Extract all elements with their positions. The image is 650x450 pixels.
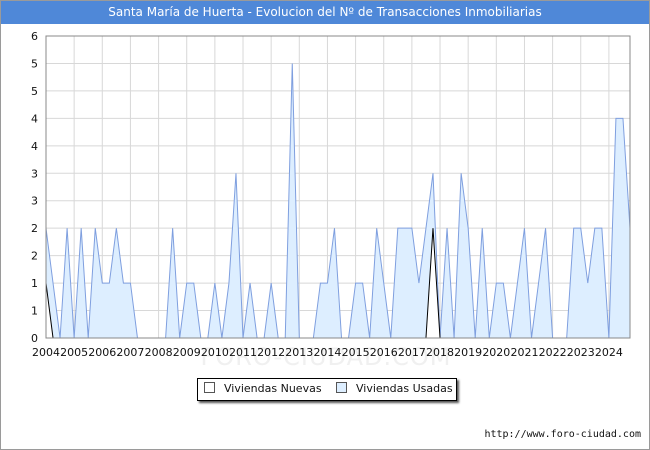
y-tick-label: 2: [31, 250, 38, 263]
y-tick-label: 3: [31, 195, 38, 208]
y-axis-ticks: 0 1 1 2 2 3 3 4 4 5 5 6: [31, 30, 38, 345]
source-url: http://www.foro-ciudad.com: [484, 429, 641, 440]
x-tick-label: 2014: [313, 346, 341, 359]
y-tick-label: 2: [31, 222, 38, 235]
x-tick-label: 2009: [173, 346, 201, 359]
x-tick-label: 2013: [285, 346, 313, 359]
x-tick-label: 2015: [342, 346, 370, 359]
legend-swatch-usadas: [336, 382, 347, 393]
x-tick-label: 2006: [88, 346, 116, 359]
x-tick-label: 2004: [32, 346, 60, 359]
x-tick-label: 2020: [482, 346, 510, 359]
y-tick-label: 0: [31, 332, 38, 345]
x-tick-label: 2005: [60, 346, 88, 359]
x-tick-label: 2024: [595, 346, 623, 359]
x-tick-label: 2007: [116, 346, 144, 359]
x-tick-label: 2022: [539, 346, 567, 359]
y-tick-label: 1: [31, 305, 38, 318]
chart-frame: Santa María de Huerta - Evolucion del Nº…: [0, 0, 650, 450]
y-tick-label: 4: [31, 140, 38, 153]
x-tick-label: 2008: [145, 346, 173, 359]
x-tick-label: 2023: [567, 346, 595, 359]
legend-item-viviendas-nuevas: Viviendas Nuevas: [204, 382, 322, 396]
x-tick-label: 2017: [398, 346, 426, 359]
y-tick-label: 3: [31, 167, 38, 180]
x-tick-label: 2011: [229, 346, 257, 359]
y-tick-label: 5: [31, 85, 38, 98]
legend-label-usadas: Viviendas Usadas: [356, 382, 453, 395]
legend-item-viviendas-usadas: Viviendas Usadas: [336, 382, 453, 396]
y-tick-label: 6: [31, 30, 38, 43]
legend-label-nuevas: Viviendas Nuevas: [224, 382, 322, 395]
legend: Viviendas Nuevas Viviendas Usadas: [197, 378, 457, 401]
y-tick-label: 5: [31, 57, 38, 70]
x-tick-label: 2010: [201, 346, 229, 359]
x-tick-label: 2012: [257, 346, 285, 359]
legend-swatch-nuevas: [204, 382, 215, 393]
x-axis-ticks: 2004 2005 2006 2007 2008 2009 2010 2011 2012 2013…: [32, 346, 623, 359]
x-tick-label: 2018: [426, 346, 454, 359]
x-tick-label: 2016: [370, 346, 398, 359]
x-tick-label: 2021: [510, 346, 538, 359]
x-tick-label: 2019: [454, 346, 482, 359]
y-tick-label: 4: [31, 112, 38, 125]
y-tick-label: 1: [31, 277, 38, 290]
